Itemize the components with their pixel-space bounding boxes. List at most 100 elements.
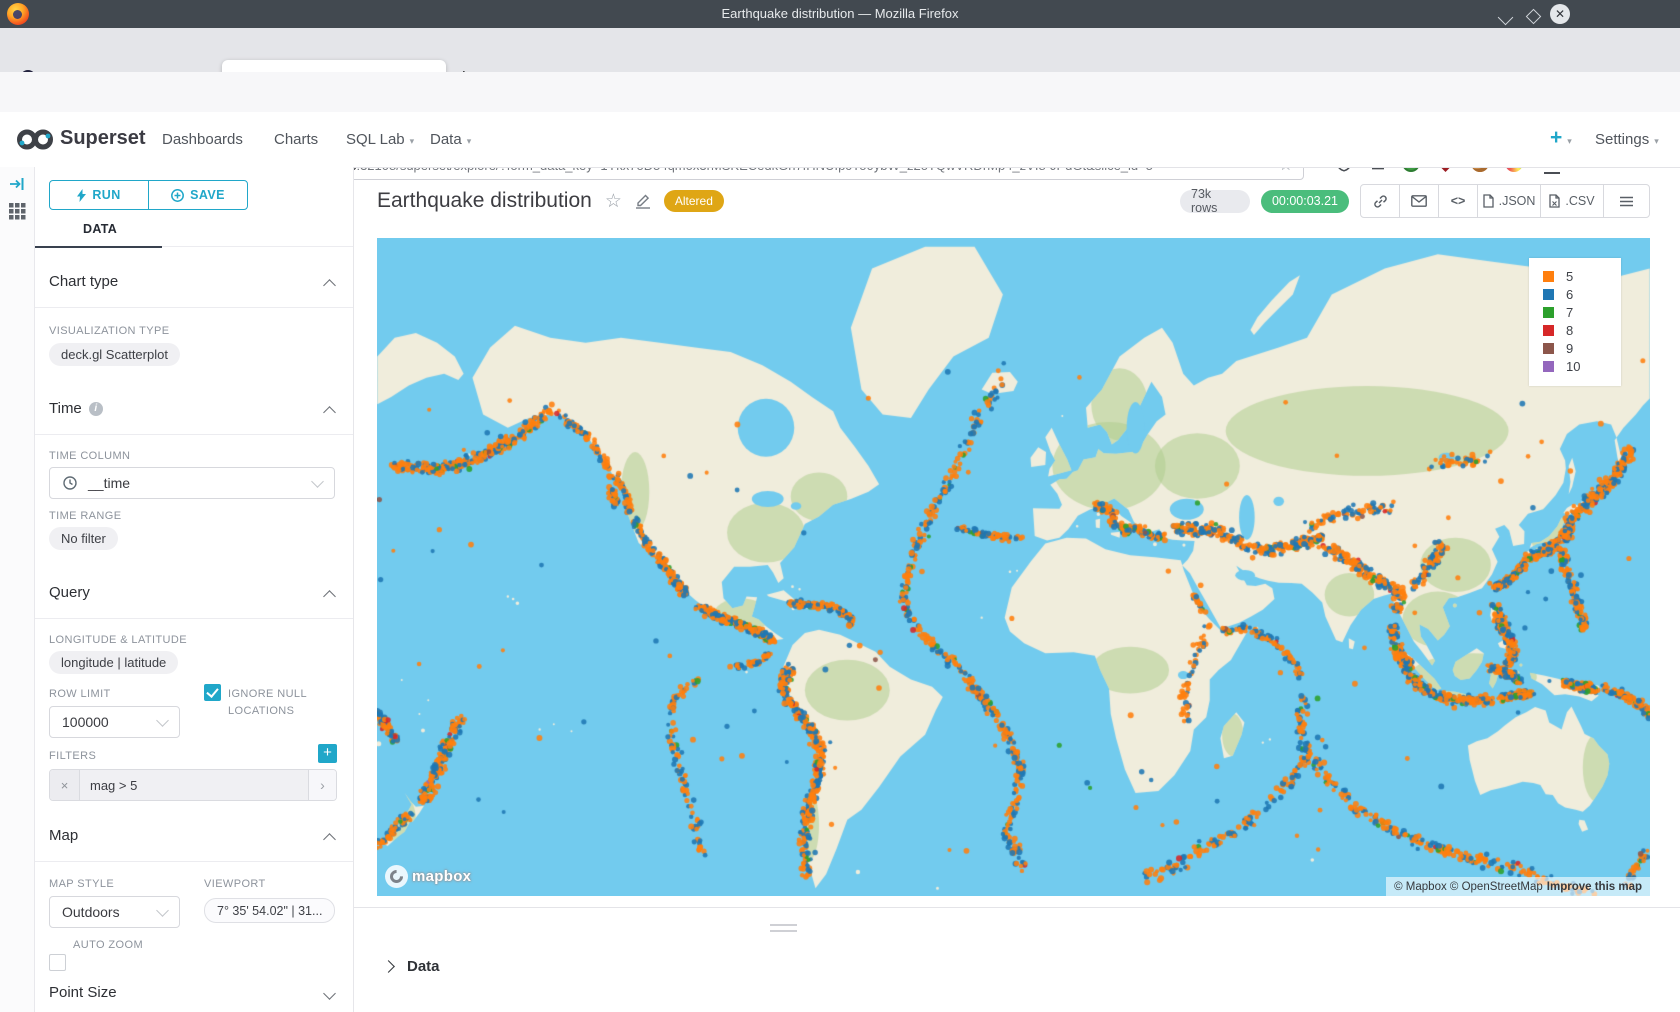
file-icon	[1549, 194, 1560, 208]
chevron-up-icon[interactable]	[323, 279, 336, 292]
embed-code-button[interactable]: <>	[1438, 185, 1477, 217]
legend-row[interactable]: 9	[1543, 340, 1621, 357]
close-button[interactable]: ✕	[1550, 4, 1570, 24]
map-style-select[interactable]: Outdoors	[49, 896, 180, 928]
mapbox-logo[interactable]: mapbox	[385, 865, 471, 888]
attribution-text[interactable]: © Mapbox © OpenStreetMap	[1394, 881, 1543, 893]
minimize-button[interactable]	[1500, 10, 1511, 28]
tab-data[interactable]: DATA	[83, 222, 117, 236]
window-titlebar: Earthquake distribution — Mozilla Firefo…	[0, 0, 1680, 28]
row-limit-label: ROW LIMIT	[49, 688, 111, 700]
map-attribution: © Mapbox © OpenStreetMap Improve this ma…	[1386, 877, 1650, 896]
link-icon	[1373, 194, 1388, 209]
row-limit-select[interactable]: 100000	[49, 706, 180, 738]
chevron-down-icon: ▾	[1654, 136, 1659, 146]
time-range-label: TIME RANGE	[49, 510, 121, 522]
window-title: Earthquake distribution — Mozilla Firefo…	[0, 0, 1680, 28]
chevron-up-icon[interactable]	[323, 590, 336, 603]
save-button[interactable]: SAVE	[149, 181, 247, 209]
menu-lines-icon	[1619, 196, 1634, 207]
nav-sql-lab[interactable]: SQL Lab▾	[346, 131, 414, 148]
remove-filter-icon[interactable]: ×	[50, 770, 80, 800]
circle-plus-icon	[171, 189, 184, 202]
edit-properties-icon[interactable]	[635, 193, 651, 209]
chevron-down-icon	[156, 904, 169, 917]
clock-icon	[63, 476, 77, 490]
chart-title[interactable]: Earthquake distribution	[377, 189, 592, 213]
auto-zoom-label: AUTO ZOOM	[73, 939, 143, 951]
section-point-size[interactable]: Point Size	[49, 984, 117, 1001]
legend-label: 10	[1566, 359, 1580, 374]
section-map[interactable]: Map	[49, 827, 78, 844]
ignore-null-checkbox[interactable]	[204, 684, 221, 701]
add-filter-button[interactable]: +	[318, 744, 337, 763]
panel-drag-handle[interactable]	[770, 924, 797, 932]
lightning-icon	[77, 189, 86, 202]
favorite-star-icon[interactable]: ☆	[605, 190, 622, 213]
results-collapse-row[interactable]: Data	[384, 952, 440, 980]
legend-label: 7	[1566, 305, 1573, 320]
legend-row[interactable]: 8	[1543, 322, 1621, 339]
info-icon: i	[89, 402, 103, 416]
improve-map-link[interactable]: Improve this map	[1547, 881, 1642, 893]
viz-type-label: VISUALIZATION TYPE	[49, 325, 170, 337]
query-timer-badge: 00:00:03.21	[1261, 190, 1349, 213]
viewport-chip[interactable]: 7° 35' 54.02" | 31...	[204, 898, 335, 923]
section-chart-type[interactable]: Chart type	[49, 273, 118, 290]
filter-text[interactable]: mag > 5	[80, 770, 308, 800]
run-button[interactable]: RUN	[50, 181, 149, 209]
active-tab-indicator	[35, 246, 162, 248]
map-container[interactable]: 5 6 7 89 10 mapbox © Mapbox © OpenStreetMap …	[377, 238, 1650, 896]
chevron-down-icon[interactable]	[323, 987, 336, 1000]
browser-toolbar: ← → 172.18.0.3:32108/superset/explore/?f…	[0, 72, 1680, 113]
map-canvas[interactable]	[377, 238, 1650, 896]
legend-swatch	[1543, 343, 1554, 354]
time-range-chip[interactable]: No filter	[49, 527, 118, 550]
brand-name[interactable]: Superset	[60, 127, 146, 150]
time-column-select[interactable]: __time	[49, 467, 335, 499]
auto-zoom-checkbox[interactable]	[49, 954, 66, 971]
expand-filter-icon[interactable]: ›	[308, 770, 336, 800]
mapbox-wordmark: mapbox	[412, 868, 471, 885]
legend-row[interactable]: 10	[1543, 358, 1621, 375]
superset-logo-icon[interactable]	[16, 126, 54, 153]
datasource-grid-icon[interactable]	[9, 203, 26, 220]
add-new-button[interactable]: +▾	[1550, 126, 1572, 150]
altered-badge[interactable]: Altered	[664, 190, 724, 212]
chevron-down-icon	[156, 714, 169, 727]
copy-link-button[interactable]	[1361, 185, 1399, 217]
legend-label: 5	[1566, 269, 1573, 284]
expand-datasource-icon[interactable]	[9, 176, 26, 192]
legend-row[interactable]: 5	[1543, 268, 1621, 285]
legend-swatch	[1543, 361, 1554, 372]
application-window: Earthquake distribution — Mozilla Firefo…	[0, 0, 1680, 1012]
legend-row[interactable]: 6	[1543, 286, 1621, 303]
settings-menu[interactable]: Settings▾	[1595, 131, 1659, 148]
chart-menu-button[interactable]	[1603, 185, 1649, 217]
legend-swatch	[1543, 325, 1554, 336]
filter-chip[interactable]: × mag > 5 ›	[49, 769, 337, 801]
nav-charts[interactable]: Charts	[274, 131, 318, 148]
export-json-button[interactable]: .JSON	[1477, 185, 1540, 217]
legend-row[interactable]: 7	[1543, 304, 1621, 321]
nav-dashboards[interactable]: Dashboards	[162, 131, 243, 148]
results-panel-label: Data	[407, 958, 440, 975]
legend-swatch	[1543, 307, 1554, 318]
section-query[interactable]: Query	[49, 584, 90, 601]
nav-data[interactable]: Data▾	[430, 131, 471, 148]
maximize-button[interactable]	[1528, 9, 1539, 27]
firefox-logo-icon	[7, 3, 29, 25]
chevron-right-icon	[382, 960, 395, 973]
chevron-down-icon: ▾	[1567, 136, 1572, 146]
email-button[interactable]	[1399, 185, 1438, 217]
section-time[interactable]: Time i	[49, 400, 103, 417]
collapse-strip	[0, 167, 35, 1012]
time-column-label: TIME COLUMN	[49, 450, 130, 462]
chevron-up-icon[interactable]	[323, 833, 336, 846]
lonlat-chip[interactable]: longitude | latitude	[49, 651, 178, 674]
viz-type-chip[interactable]: deck.gl Scatterplot	[49, 343, 180, 366]
chevron-down-icon	[311, 475, 324, 488]
filters-label: FILTERS	[49, 750, 96, 762]
chevron-up-icon[interactable]	[323, 406, 336, 419]
export-csv-button[interactable]: .CSV	[1540, 185, 1603, 217]
